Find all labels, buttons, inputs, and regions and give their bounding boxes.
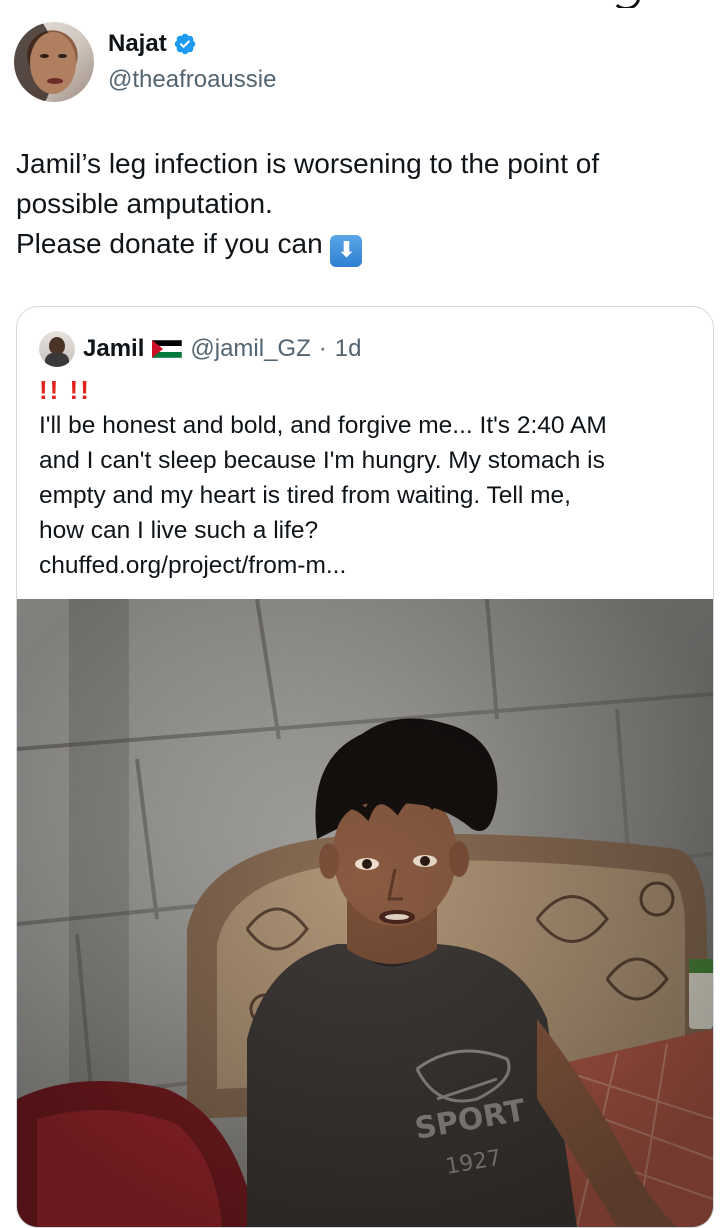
quoted-line: how can I live such a life? xyxy=(39,517,319,544)
quoted-tweet-header: Jamil @jamil_GZ · 1d xyxy=(39,331,361,367)
tweet-header: Najat @theafroaussie xyxy=(14,22,714,102)
double-exclamation-emoji: !! !! xyxy=(39,375,91,405)
quoted-timestamp: 1d xyxy=(334,335,362,362)
quoted-separator: · xyxy=(318,335,327,362)
author-handle[interactable]: @theafroaussie xyxy=(108,66,276,94)
previous-content-edge xyxy=(0,0,728,8)
quoted-tweet-text: !! !! I'll be honest and bold, and forgi… xyxy=(39,373,699,583)
quoted-author-name: Jamil xyxy=(83,335,145,362)
quoted-tweet-card[interactable]: Jamil @jamil_GZ · 1d !! !! I'll be hones… xyxy=(16,306,714,1228)
author-name-row: Najat xyxy=(108,30,197,58)
photo-of-boy-on-couch: SPORT 1927 xyxy=(17,599,713,1227)
verified-badge-icon xyxy=(174,33,195,55)
tweet-line: Jamil’s leg infection is worsening to th… xyxy=(16,148,600,179)
quoted-author-handle: @jamil_GZ xyxy=(190,335,311,362)
author-display-name[interactable]: Najat xyxy=(108,30,167,58)
tweet-line-text: Please donate if you can xyxy=(16,228,323,259)
quoted-author-avatar xyxy=(39,331,75,367)
down-arrow-emoji-icon: ⬇ xyxy=(330,235,363,267)
quoted-line: empty and my heart is tired from waiting… xyxy=(39,482,571,509)
author-avatar[interactable] xyxy=(14,22,94,102)
quoted-line: and I can't sleep because I'm hungry. My… xyxy=(39,447,605,474)
quoted-line: I'll be honest and bold, and forgive me.… xyxy=(39,412,607,439)
quoted-tweet-photo[interactable]: SPORT 1927 xyxy=(17,599,713,1227)
tweet-line: Please donate if you can ⬇ xyxy=(16,224,706,267)
tweet-line: possible amputation. xyxy=(16,188,273,219)
tweet-text: Jamil’s leg infection is worsening to th… xyxy=(16,144,706,267)
palestine-flag-icon xyxy=(152,340,183,358)
quoted-link[interactable]: chuffed.org/project/from-m... xyxy=(39,548,699,583)
